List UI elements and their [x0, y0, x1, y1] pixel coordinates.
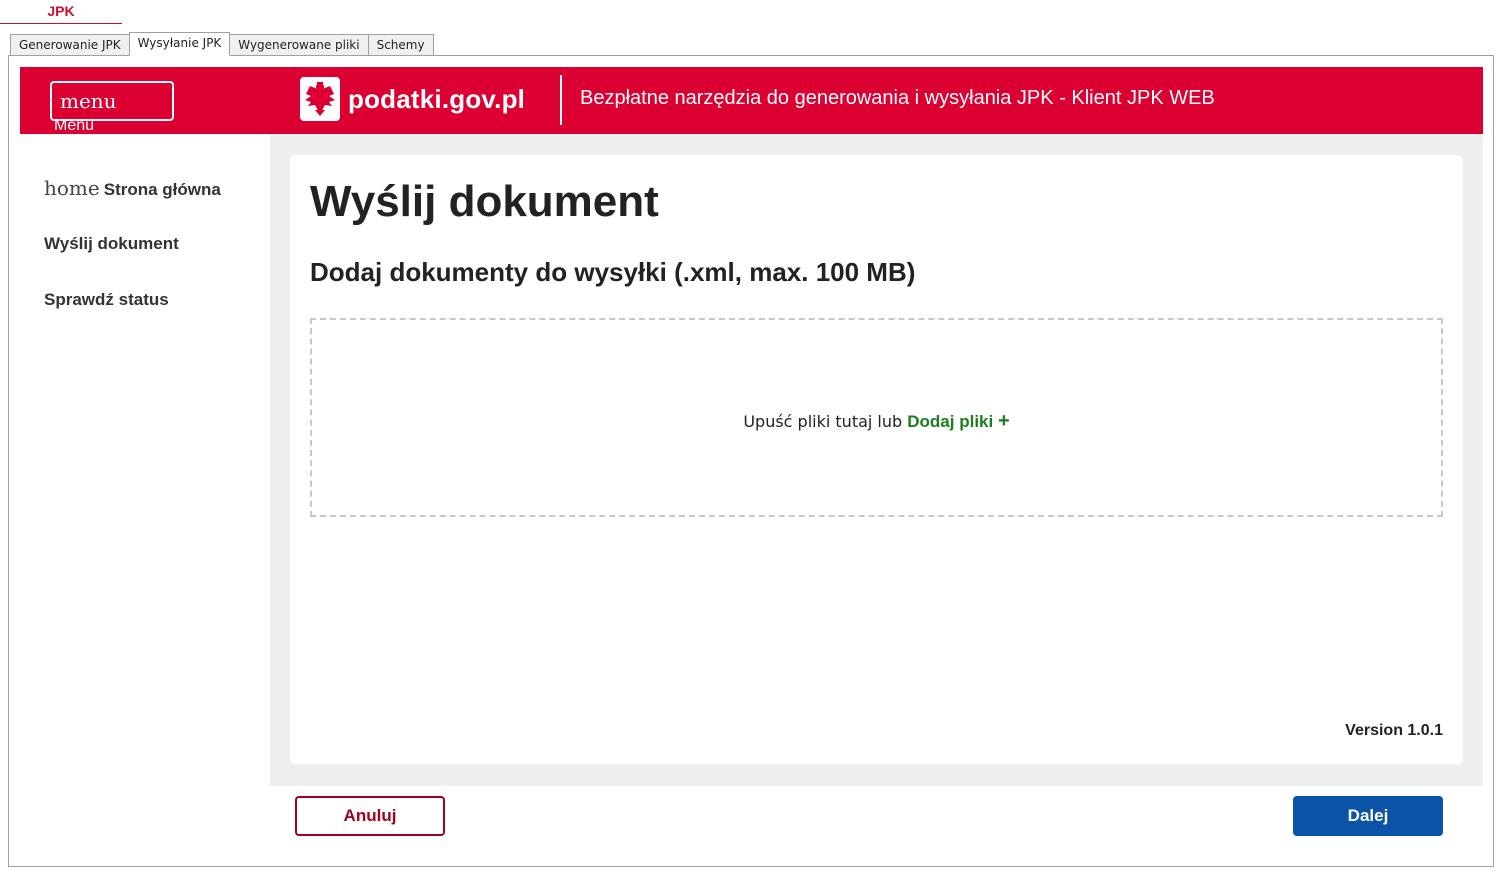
sidebar-item-check-status[interactable]: Sprawdź status	[44, 290, 169, 310]
eagle-emblem-icon	[300, 77, 340, 121]
next-button[interactable]: Dalej	[1293, 796, 1443, 836]
tab-label: Generowanie JPK	[19, 38, 121, 52]
tab-generowanie-jpk[interactable]: Generowanie JPK	[10, 34, 130, 56]
page-subtitle: Dodaj dokumenty do wysyłki (.xml, max. 1…	[310, 257, 916, 287]
logo-text: podatki.gov.pl	[348, 83, 526, 114]
sidebar-item-send-document[interactable]: Wyślij dokument	[44, 234, 179, 254]
site-header: menu Menu podatki.gov.pl Bezpłatne narzę…	[20, 67, 1483, 134]
sidebar: home Strona główna Wyślij dokument Spraw…	[20, 134, 270, 786]
app-tab-label: JPK	[47, 3, 75, 19]
tab-label: Wysyłanie JPK	[137, 36, 222, 50]
tab-wysylanie-jpk[interactable]: Wysyłanie JPK	[128, 32, 231, 56]
add-files-link[interactable]: Dodaj pliki +	[907, 410, 1010, 432]
main-card: Wyślij dokument Dodaj dokumenty do wysył…	[290, 155, 1463, 764]
sidebar-item-label: Wyślij dokument	[44, 234, 179, 253]
dropzone-hint: Upuść pliki tutaj lub	[743, 412, 903, 431]
version-label: Version 1.0.1	[1345, 722, 1443, 739]
tab-schemy[interactable]: Schemy	[367, 34, 434, 56]
sidebar-item-label: Sprawdź status	[44, 290, 169, 309]
page-title: Wyślij dokument	[310, 177, 659, 226]
menu-button[interactable]: menu Menu	[50, 81, 174, 134]
sidebar-item-label: Strona główna	[103, 180, 221, 199]
file-dropzone[interactable]: Upuść pliki tutaj lub Dodaj pliki +	[310, 318, 1443, 517]
home-icon: home	[44, 176, 100, 200]
menu-label: Menu	[54, 117, 95, 134]
cancel-button[interactable]: Anuluj	[295, 796, 445, 836]
app-tab-jpk[interactable]: JPK	[0, 0, 122, 24]
header-divider	[560, 75, 562, 125]
tab-wygenerowane-pliki[interactable]: Wygenerowane pliki	[229, 34, 369, 56]
add-files-label: Dodaj pliki	[907, 412, 994, 431]
header-title: Bezpłatne narzędzia do generowania i wys…	[580, 87, 1215, 109]
podatki-logo[interactable]: podatki.gov.pl	[300, 76, 525, 122]
plus-icon: +	[997, 410, 1010, 432]
menu-icon: menu	[60, 89, 117, 113]
tab-label: Schemy	[376, 38, 425, 52]
sidebar-item-home[interactable]: home Strona główna	[44, 176, 221, 200]
tab-label: Wygenerowane pliki	[238, 38, 360, 52]
subtab-bar: Generowanie JPK Wysyłanie JPK Wygenerowa…	[10, 32, 434, 56]
dropzone-text: Upuść pliki tutaj lub Dodaj pliki +	[312, 410, 1441, 433]
